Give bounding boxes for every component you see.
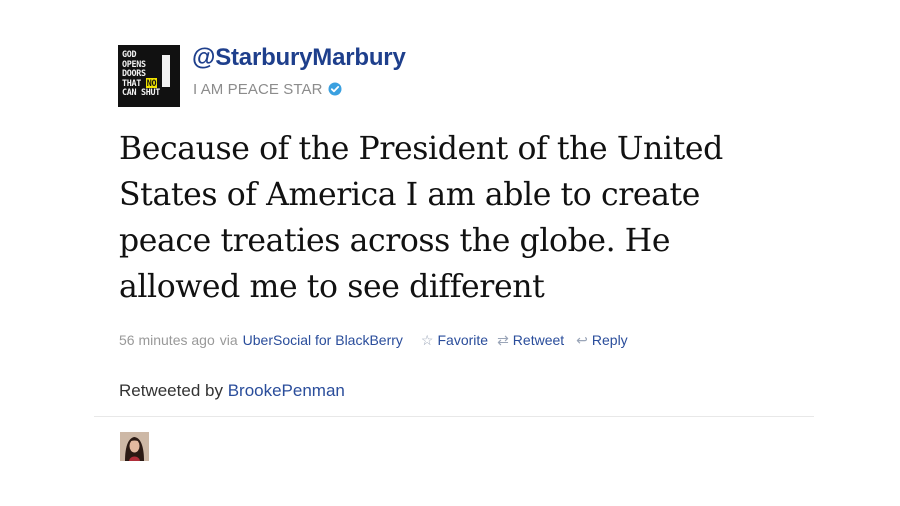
- via-label: via: [219, 332, 238, 348]
- retweeted-by-label: Retweeted by: [119, 381, 223, 400]
- avatar-line: CAN SHUT: [122, 87, 160, 98]
- reply-label: Reply: [591, 332, 628, 348]
- retweeter-link[interactable]: BrookePenman: [228, 381, 345, 400]
- bio-row: I AM PEACE STAR: [193, 80, 342, 98]
- tweet-text: Because of the President of the United S…: [119, 131, 723, 305]
- retweeter-avatar-image: [120, 432, 149, 461]
- reply-button[interactable]: ↩ Reply: [576, 332, 628, 349]
- retweeted-by: Retweeted by BrookePenman: [119, 381, 345, 401]
- reply-icon: ↩: [576, 331, 588, 348]
- favorite-button[interactable]: ☆ Favorite: [421, 332, 488, 349]
- tweet-meta: 56 minutes ago via UberSocial for BlackB…: [119, 330, 628, 350]
- star-icon: ☆: [420, 331, 434, 348]
- avatar-highlight: NO: [145, 77, 158, 88]
- retweeter-avatar[interactable]: [120, 432, 149, 461]
- tweet-timestamp[interactable]: 56 minutes ago: [119, 332, 215, 348]
- verified-check-icon: [328, 82, 342, 96]
- retweet-label: Retweet: [512, 332, 565, 348]
- avatar-text: GOD OPENS DOORS THAT NO CAN SHUT: [122, 49, 160, 98]
- user-handle[interactable]: @StarburyMarbury: [192, 44, 406, 72]
- avatar-graphic: [162, 55, 170, 87]
- user-bio: I AM PEACE STAR: [193, 80, 323, 98]
- source-link[interactable]: UberSocial for BlackBerry: [243, 332, 403, 348]
- tweet-card: GOD OPENS DOORS THAT NO CAN SHUT @Starbu…: [0, 0, 900, 506]
- favorite-label: Favorite: [437, 332, 489, 348]
- retweet-button[interactable]: ⇄ Retweet: [497, 332, 564, 349]
- divider: [94, 416, 814, 417]
- retweet-icon: ⇄: [497, 331, 509, 348]
- profile-avatar[interactable]: GOD OPENS DOORS THAT NO CAN SHUT: [118, 45, 180, 107]
